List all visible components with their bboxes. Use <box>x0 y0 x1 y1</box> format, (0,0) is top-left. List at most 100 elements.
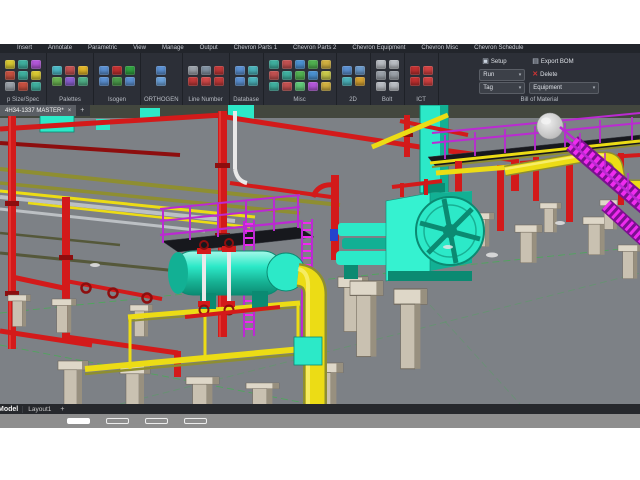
export-bom-button[interactable]: ▤ Export BOM <box>529 56 599 68</box>
tool-icon[interactable] <box>248 66 258 75</box>
tool-icon[interactable] <box>389 71 399 80</box>
tool-icon[interactable] <box>18 60 28 69</box>
tool-icon[interactable] <box>156 77 166 86</box>
tool-icon[interactable] <box>342 66 352 75</box>
tool-icon[interactable] <box>156 66 166 75</box>
viewport-3d-model[interactable] <box>0 105 640 404</box>
tool-icon[interactable] <box>308 82 318 91</box>
status-toggle-2[interactable] <box>106 418 129 424</box>
tool-icon[interactable] <box>65 77 75 86</box>
ribbon-tab-parametric[interactable]: Parametric <box>81 44 124 53</box>
tool-icon[interactable] <box>355 66 365 75</box>
tool-icon[interactable] <box>201 77 211 86</box>
equipment-dropdown[interactable]: Equipment ▾ <box>529 82 599 94</box>
small-teal-skid[interactable] <box>294 337 322 365</box>
close-icon[interactable]: × <box>68 108 72 114</box>
file-tab-active[interactable]: 4H34-1337 MASTER* × <box>0 105 76 116</box>
tool-icon[interactable] <box>389 60 399 69</box>
ribbon-tab-annotate[interactable]: Annotate <box>41 44 79 53</box>
setup-button[interactable]: ▣ Setup <box>479 56 525 68</box>
ribbon-tab-manage[interactable]: Manage <box>155 44 191 53</box>
tool-icon[interactable] <box>31 71 41 80</box>
ribbon-tab-output[interactable]: Output <box>193 44 225 53</box>
panel-bill-of-material: ▣ Setup ▤ Export BOM Run ▾ ✕ Delete <box>439 53 640 105</box>
tool-icon[interactable] <box>214 77 224 86</box>
panel-palettes: Palettes <box>47 53 94 105</box>
tool-icon[interactable] <box>31 60 41 69</box>
tool-icon[interactable] <box>78 77 88 86</box>
tool-icon[interactable] <box>188 66 198 75</box>
tool-icon[interactable] <box>321 71 331 80</box>
run-dropdown[interactable]: Run ▾ <box>479 69 525 81</box>
tool-icon[interactable] <box>18 71 28 80</box>
tool-icon[interactable] <box>308 71 318 80</box>
tool-icon[interactable] <box>389 82 399 91</box>
tool-icon[interactable] <box>282 71 292 80</box>
tool-icon[interactable] <box>295 82 305 91</box>
tool-icon[interactable] <box>5 71 15 80</box>
tool-icon[interactable] <box>342 77 352 86</box>
tool-icon[interactable] <box>5 82 15 91</box>
tool-icon[interactable] <box>214 66 224 75</box>
tool-icon[interactable] <box>321 82 331 91</box>
sphere-tank[interactable] <box>537 113 563 139</box>
ribbon-tab-view[interactable]: View <box>126 44 153 53</box>
tool-icon[interactable] <box>423 77 433 86</box>
tool-icon[interactable] <box>5 60 15 69</box>
model-tab[interactable]: Model <box>0 406 22 413</box>
tool-icon[interactable] <box>355 77 365 86</box>
drawing-viewport[interactable] <box>0 105 640 404</box>
status-toggle-1[interactable] <box>67 418 90 424</box>
tool-icon[interactable] <box>376 71 386 80</box>
tool-icon[interactable] <box>308 60 318 69</box>
tool-icon[interactable] <box>112 66 122 75</box>
tool-icon[interactable] <box>376 82 386 91</box>
new-layout-button[interactable]: + <box>56 406 68 413</box>
delete-icon: ✕ <box>532 71 538 78</box>
tool-icon[interactable] <box>295 71 305 80</box>
tool-icon[interactable] <box>282 82 292 91</box>
ribbon-tab-chevron-parts-1[interactable]: Chevron Parts 1 <box>227 44 284 53</box>
tool-icon[interactable] <box>321 60 331 69</box>
tool-icon[interactable] <box>18 82 28 91</box>
tool-icon[interactable] <box>295 60 305 69</box>
tool-icon[interactable] <box>99 66 109 75</box>
ribbon-tab-chevron-misc[interactable]: Chevron Misc <box>414 44 465 53</box>
tool-icon[interactable] <box>423 66 433 75</box>
file-tab-title: 4H34-1337 MASTER* <box>5 108 64 114</box>
tool-icon[interactable] <box>248 77 258 86</box>
tool-icon[interactable] <box>188 77 198 86</box>
tool-icon[interactable] <box>235 66 245 75</box>
layout1-tab[interactable]: Layout1 <box>22 406 56 413</box>
new-file-tab-button[interactable]: + <box>76 105 88 116</box>
tool-icon[interactable] <box>235 77 245 86</box>
status-toggle-3[interactable] <box>145 418 168 424</box>
tool-icon[interactable] <box>65 66 75 75</box>
ribbon-tab-chevron-equipment[interactable]: Chevron Equipment <box>345 44 412 53</box>
tool-icon[interactable] <box>125 77 135 86</box>
status-toggle-4[interactable] <box>184 418 207 424</box>
panel-orthogen: ORTHOGEN <box>141 53 183 105</box>
tool-icon[interactable] <box>269 82 279 91</box>
tool-icon[interactable] <box>52 77 62 86</box>
panel-ict: ICT <box>405 53 439 105</box>
tag-dropdown[interactable]: Tag ▾ <box>479 82 525 94</box>
tool-icon[interactable] <box>52 66 62 75</box>
tool-icon[interactable] <box>269 71 279 80</box>
tool-icon[interactable] <box>410 77 420 86</box>
delete-button[interactable]: ✕ Delete <box>529 69 599 81</box>
tool-icon[interactable] <box>125 66 135 75</box>
tool-icon[interactable] <box>376 60 386 69</box>
tool-icon[interactable] <box>78 66 88 75</box>
tool-icon[interactable] <box>99 77 109 86</box>
tool-icon[interactable] <box>112 77 122 86</box>
ribbon-tab-insert[interactable]: Insert <box>10 44 39 53</box>
ribbon-tab-chevron-parts-2[interactable]: Chevron Parts 2 <box>286 44 343 53</box>
tool-icon[interactable] <box>410 66 420 75</box>
tool-icon[interactable] <box>31 82 41 91</box>
tool-icon[interactable] <box>201 66 211 75</box>
status-bar <box>0 414 640 428</box>
ribbon-tab-chevron-schedule[interactable]: Chevron Schedule <box>467 44 530 53</box>
tool-icon[interactable] <box>282 60 292 69</box>
tool-icon[interactable] <box>269 60 279 69</box>
